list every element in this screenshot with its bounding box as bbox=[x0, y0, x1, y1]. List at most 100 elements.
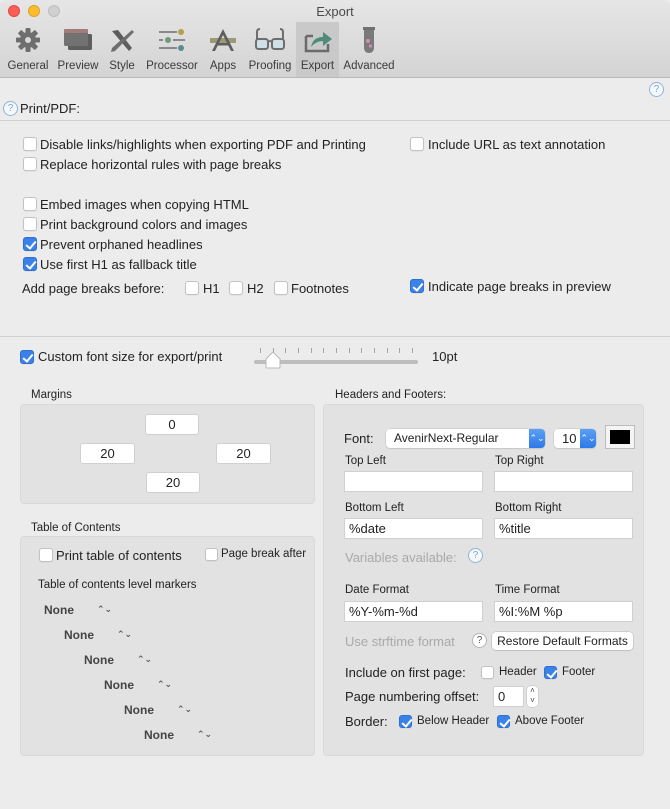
margin-top-field[interactable]: 0 bbox=[145, 414, 199, 435]
tab-general[interactable]: General bbox=[4, 22, 52, 77]
bottom-left-field[interactable]: %date bbox=[344, 518, 483, 539]
include-url-checkbox[interactable] bbox=[410, 137, 424, 151]
slider-tick bbox=[374, 348, 375, 353]
toc-level-3-popup[interactable]: None ⌃⌄ bbox=[84, 653, 152, 667]
tab-proofing[interactable]: Proofing bbox=[245, 22, 295, 77]
font-size-popup[interactable]: 10 ⌃⌄ bbox=[554, 429, 596, 448]
stepper-up-icon[interactable]: ˄ bbox=[527, 686, 538, 696]
indicate-breaks-label: Indicate page breaks in preview bbox=[428, 279, 611, 294]
export-share-icon bbox=[304, 32, 332, 53]
page-break-after-checkbox[interactable] bbox=[205, 548, 218, 561]
border-below-header-label: Below Header bbox=[417, 715, 490, 727]
margin-bottom-field[interactable]: 20 bbox=[146, 472, 200, 493]
tab-advanced-label: Advanced bbox=[343, 60, 395, 72]
break-h2-checkbox[interactable] bbox=[229, 281, 243, 295]
prevent-orphans-label: Prevent orphaned headlines bbox=[40, 237, 203, 252]
brush-pencil-icon bbox=[111, 30, 134, 52]
tab-apps[interactable]: Apps bbox=[204, 22, 242, 77]
custom-font-size-label: Custom font size for export/print bbox=[38, 349, 223, 364]
margin-right-field[interactable]: 20 bbox=[216, 443, 271, 464]
toc-level-6-popup[interactable]: None ⌃⌄ bbox=[144, 728, 212, 742]
toolbar: Export General Preview Style Processor A… bbox=[0, 0, 670, 78]
print-background-checkbox[interactable] bbox=[23, 217, 37, 231]
popup-arrows-icon: ⌃⌄ bbox=[177, 704, 193, 714]
replace-rules-checkbox[interactable] bbox=[23, 157, 37, 171]
toc-level-4-popup[interactable]: None ⌃⌄ bbox=[104, 678, 172, 692]
font-color-well[interactable] bbox=[605, 425, 635, 449]
break-h2-label: H2 bbox=[247, 281, 264, 296]
popup-arrows-icon: ⌃⌄ bbox=[157, 679, 173, 689]
help-icon[interactable]: ? bbox=[649, 82, 664, 97]
toc-level-5-popup[interactable]: None ⌃⌄ bbox=[124, 703, 192, 717]
print-toc-checkbox[interactable] bbox=[39, 548, 53, 562]
test-tube-icon bbox=[363, 27, 375, 53]
embed-images-checkbox[interactable] bbox=[23, 197, 37, 211]
font-name-value: AvenirNext-Regular bbox=[394, 431, 499, 445]
margins-group: 0 20 20 20 bbox=[20, 404, 315, 504]
break-h1-checkbox[interactable] bbox=[185, 281, 199, 295]
top-right-field[interactable] bbox=[494, 471, 633, 492]
restore-default-formats-button[interactable]: Restore Default Formats bbox=[492, 632, 633, 650]
popup-arrows-icon: ⌃⌄ bbox=[97, 604, 113, 614]
border-below-header-checkbox[interactable] bbox=[399, 715, 412, 728]
slider-tick bbox=[323, 348, 325, 353]
top-left-field[interactable] bbox=[344, 471, 483, 492]
first-page-footer-checkbox[interactable] bbox=[544, 666, 557, 679]
top-left-label: Top Left bbox=[345, 455, 386, 467]
time-format-field[interactable]: %I:%M %p bbox=[494, 601, 633, 622]
border-above-footer-checkbox[interactable] bbox=[497, 715, 510, 728]
gear-icon bbox=[16, 28, 40, 52]
stepper-down-icon[interactable]: ˅ bbox=[527, 696, 538, 706]
break-footnotes-checkbox[interactable] bbox=[274, 281, 288, 295]
first-page-header-label: Header bbox=[499, 666, 537, 678]
top-right-label: Top Right bbox=[495, 455, 544, 467]
first-h1-title-checkbox[interactable] bbox=[23, 257, 37, 271]
custom-font-size-checkbox[interactable] bbox=[20, 350, 34, 364]
headers-footers-group: Font: AvenirNext-Regular ⌃⌄ 10 ⌃⌄ Top Le… bbox=[323, 404, 644, 756]
strftime-label: Use strftime format bbox=[345, 634, 455, 649]
popup-arrows-icon: ⌃⌄ bbox=[117, 629, 133, 639]
page-offset-stepper[interactable]: ˄ ˅ bbox=[527, 686, 538, 707]
page-breaks-label: Add page breaks before: bbox=[22, 281, 165, 296]
slider-tick bbox=[348, 348, 350, 353]
date-format-field[interactable]: %Y-%m-%d bbox=[344, 601, 483, 622]
variables-label: Variables available: bbox=[345, 550, 457, 565]
indicate-breaks-checkbox[interactable] bbox=[410, 279, 424, 293]
border-above-footer-label: Above Footer bbox=[515, 715, 585, 727]
toc-level-value: None bbox=[124, 703, 154, 717]
break-h1-label: H1 bbox=[203, 281, 220, 296]
popup-arrows-icon: ⌃⌄ bbox=[137, 654, 153, 664]
print-pdf-help-icon[interactable]: ? bbox=[3, 101, 18, 116]
tab-processor[interactable]: Processor bbox=[143, 22, 201, 77]
toc-level-2-popup[interactable]: None ⌃⌄ bbox=[64, 628, 132, 642]
tab-style[interactable]: Style bbox=[104, 22, 140, 77]
disable-links-checkbox[interactable] bbox=[23, 137, 37, 151]
slider-tick bbox=[285, 348, 287, 353]
tab-advanced[interactable]: Advanced bbox=[341, 22, 397, 77]
popup-arrows-icon: ⌃⌄ bbox=[197, 729, 213, 739]
font-name-popup[interactable]: AvenirNext-Regular ⌃⌄ bbox=[386, 429, 545, 448]
tab-preview[interactable]: Preview bbox=[54, 22, 102, 77]
first-page-header-checkbox[interactable] bbox=[481, 666, 494, 679]
time-format-label: Time Format bbox=[495, 584, 560, 596]
font-size-divider bbox=[0, 336, 670, 337]
prevent-orphans-checkbox[interactable] bbox=[23, 237, 37, 251]
toc-level-value: None bbox=[44, 603, 74, 617]
slider-thumb[interactable] bbox=[265, 351, 281, 369]
variables-help-icon[interactable]: ? bbox=[468, 548, 483, 563]
page-break-after-label: Page break after bbox=[221, 548, 307, 560]
margin-left-field[interactable]: 20 bbox=[80, 443, 135, 464]
slider-tick bbox=[361, 348, 363, 353]
tab-style-label: Style bbox=[109, 60, 135, 72]
glasses-icon bbox=[255, 28, 285, 50]
window-title: Export bbox=[316, 4, 354, 19]
font-size-slider[interactable] bbox=[252, 344, 420, 370]
tab-apps-label: Apps bbox=[209, 60, 237, 72]
page-offset-field[interactable]: 0 bbox=[493, 686, 524, 707]
tab-export[interactable]: Export bbox=[296, 22, 339, 77]
strftime-help-icon[interactable]: ? bbox=[472, 633, 487, 648]
toc-level-1-popup[interactable]: None ⌃⌄ bbox=[44, 603, 112, 617]
bottom-right-field[interactable]: %title bbox=[494, 518, 633, 539]
popup-arrows-icon: ⌃⌄ bbox=[529, 429, 545, 448]
toc-level-value: None bbox=[144, 728, 174, 742]
